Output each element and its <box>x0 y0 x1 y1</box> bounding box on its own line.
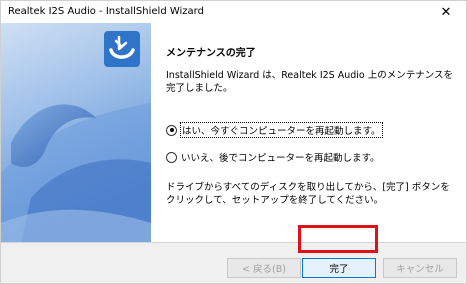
wizard-content: メンテナンスの完了 InstallShield Wizard は、Realtek… <box>151 23 466 242</box>
back-button[interactable]: < 戻る(B) <box>227 258 301 278</box>
cancel-button[interactable]: キャンセル <box>383 258 457 278</box>
banner-graphic <box>1 23 151 242</box>
installshield-logo-icon <box>104 31 140 67</box>
option-restart-now-label: はい、今すぐコンピューターを再起動します。 <box>180 122 383 138</box>
completion-message: InstallShield Wizard は、Realtek I2S Audio… <box>166 70 454 94</box>
radio-restart-later[interactable] <box>166 151 177 163</box>
page-heading: メンテナンスの完了 <box>166 48 256 59</box>
remove-disk-note: ドライブからすべてのディスクを取り出してから、[完了] ボタンをクリックして、セ… <box>166 182 450 206</box>
option-restart-now[interactable]: はい、今すぐコンピューターを再起動します。 <box>166 122 383 138</box>
option-restart-later-label: いいえ、後でコンピューターを再起動します。 <box>181 153 380 164</box>
installshield-window: Realtek I2S Audio - InstallShield Wizard… <box>0 0 467 284</box>
radio-restart-now[interactable] <box>166 124 177 136</box>
title-bar: Realtek I2S Audio - InstallShield Wizard… <box>1 1 466 23</box>
wizard-banner <box>1 23 151 242</box>
close-icon[interactable]: ✕ <box>426 1 466 23</box>
button-bar: < 戻る(B) 完了 キャンセル <box>1 243 466 283</box>
option-restart-later[interactable]: いいえ、後でコンピューターを再起動します。 <box>166 150 380 164</box>
window-title: Realtek I2S Audio - InstallShield Wizard <box>8 6 204 17</box>
finish-button[interactable]: 完了 <box>302 258 376 278</box>
